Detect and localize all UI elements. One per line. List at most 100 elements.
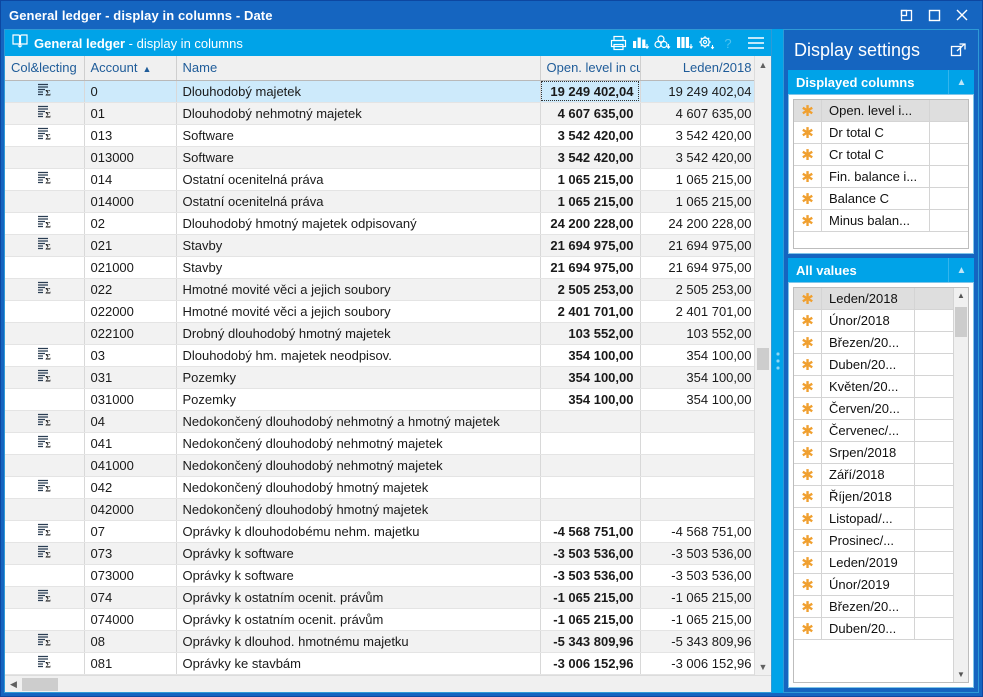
displayed-column-item[interactable]: ✱ Open. level i... (794, 100, 968, 122)
all-values-item[interactable]: ✱ Květen/20... (794, 376, 953, 398)
collect-icon[interactable]: Σ (37, 655, 52, 672)
all-values-item[interactable]: ✱ Březen/20... (794, 596, 953, 618)
displayed-columns-listbox[interactable]: ✱ Open. level i... ✱ Dr total C ✱ Cr total C ✱… (793, 99, 969, 249)
cell-collecting[interactable]: Σ (5, 168, 85, 191)
all-values-item[interactable]: ✱ Březen/20... (794, 332, 953, 354)
print-icon[interactable] (607, 32, 629, 54)
menu-icon[interactable] (745, 32, 767, 54)
table-row[interactable]: Σ 07 Oprávky k dlouhodobému nehm. majetku -… (5, 520, 754, 543)
column-header-leden2018[interactable]: Leden/2018 (640, 56, 754, 81)
column-header-open-level[interactable]: Open. level in cu (540, 56, 641, 81)
cell-collecting[interactable]: Σ (5, 630, 85, 653)
all-values-scroll-up-icon[interactable]: ▲ (954, 288, 968, 303)
displayed-column-item[interactable]: ✱ Balance C (794, 188, 968, 210)
table-row[interactable]: Σ 041 Nedokončený dlouhodobý nehmotný maje… (5, 432, 754, 455)
collect-icon[interactable]: Σ (37, 127, 52, 144)
cell-collecting[interactable]: Σ (5, 278, 85, 301)
cell-collecting[interactable]: Σ (5, 652, 85, 675)
cell-collecting[interactable]: Σ (5, 476, 85, 499)
table-row[interactable]: 022000 Hmotné movité věci a jejich soubor… (5, 300, 754, 323)
cell-collecting[interactable]: Σ (5, 124, 85, 147)
restore-window-button[interactable] (892, 2, 920, 28)
all-values-scrollbar[interactable]: ▲ ▼ (953, 288, 968, 682)
bar-chart-icon[interactable] (629, 32, 651, 54)
table-row[interactable]: Σ 022 Hmotné movité věci a jejich soubory 2… (5, 278, 754, 301)
settings-gear-icon[interactable] (695, 32, 717, 54)
table-row[interactable]: 041000 Nedokončený dlouhodobý nehmotný ma… (5, 454, 754, 477)
all-values-item[interactable]: ✱ Listopad/... (794, 508, 953, 530)
collect-icon[interactable]: Σ (37, 347, 52, 364)
all-values-item[interactable]: ✱ Únor/2019 (794, 574, 953, 596)
displayed-column-item[interactable]: ✱ Fin. balance i... (794, 166, 968, 188)
cell-collecting[interactable]: Σ (5, 542, 85, 565)
cell-collecting[interactable]: Σ (5, 234, 85, 257)
cell-collecting[interactable]: Σ (5, 366, 85, 389)
cell-collecting[interactable]: Σ (5, 344, 85, 367)
all-values-scroll-down-icon[interactable]: ▼ (954, 667, 968, 682)
cell-collecting[interactable]: Σ (5, 80, 85, 103)
collect-icon[interactable]: Σ (37, 413, 52, 430)
table-row[interactable]: 014000 Ostatní ocenitelná práva 1 065 215,… (5, 190, 754, 213)
scroll-up-icon[interactable]: ▲ (755, 56, 771, 73)
all-values-item[interactable]: ✱ Říjen/2018 (794, 486, 953, 508)
chevron-up-icon[interactable]: ▲ (948, 258, 974, 282)
table-row[interactable]: Σ 01 Dlouhodobý nehmotný majetek 4 607 635,… (5, 102, 754, 125)
all-values-scroll-thumb[interactable] (955, 307, 967, 337)
collect-icon[interactable]: Σ (37, 479, 52, 496)
cell-collecting[interactable]: Σ (5, 520, 85, 543)
column-header-name[interactable]: Name (176, 56, 541, 81)
close-window-button[interactable] (948, 2, 976, 28)
collect-icon[interactable]: Σ (37, 435, 52, 452)
table-row[interactable]: 013000 Software 3 542 420,00 3 542 420,00 (5, 146, 754, 169)
all-values-listbox[interactable]: ✱ Leden/2018 ✱ Únor/2018 ✱ Březen/20... ✱ Duben… (793, 287, 969, 683)
cell-collecting[interactable]: Σ (5, 586, 85, 609)
table-row[interactable]: Σ 042 Nedokončený dlouhodobý hmotný majete… (5, 476, 754, 499)
table-row[interactable]: Σ 03 Dlouhodobý hm. majetek neodpisov. 354 … (5, 344, 754, 367)
chevron-up-icon[interactable]: ▲ (948, 70, 974, 94)
cell-collecting[interactable]: Σ (5, 102, 85, 125)
section-displayed-columns-header[interactable]: Displayed columns ▲ (788, 70, 974, 94)
scroll-left-icon[interactable]: ◀ (5, 676, 22, 693)
collect-icon[interactable]: Σ (37, 281, 52, 298)
table-row[interactable]: Σ 031 Pozemky 354 100,00 354 100,00 (5, 366, 754, 389)
vertical-scrollbar[interactable]: ▲ ▼ (754, 56, 771, 675)
collect-icon[interactable]: Σ (37, 237, 52, 254)
table-row[interactable]: Σ 021 Stavby 21 694 975,00 21 694 975,00 (5, 234, 754, 257)
collect-icon[interactable]: Σ (37, 523, 52, 540)
all-values-item[interactable]: ✱ Leden/2019 (794, 552, 953, 574)
all-values-item[interactable]: ✱ Červenec/... (794, 420, 953, 442)
all-values-item[interactable]: ✱ Červen/20... (794, 398, 953, 420)
table-row[interactable]: 031000 Pozemky 354 100,00 354 100,00 (5, 388, 754, 411)
collect-icon[interactable]: Σ (37, 105, 52, 122)
table-row[interactable]: Σ 014 Ostatní ocenitelná práva 1 065 215,00… (5, 168, 754, 191)
all-values-item[interactable]: ✱ Leden/2018 (794, 288, 953, 310)
table-row[interactable]: 073000 Oprávky k software -3 503 536,00 -3 … (5, 564, 754, 587)
collect-icon[interactable]: Σ (37, 369, 52, 386)
section-all-values-header[interactable]: All values ▲ (788, 258, 974, 282)
external-link-icon[interactable] (946, 38, 970, 62)
cell-collecting[interactable]: Σ (5, 212, 85, 235)
table-row[interactable]: Σ 0 Dlouhodobý majetek 19 249 402,04 19 249 … (5, 80, 754, 103)
table-row[interactable]: 042000 Nedokončený dlouhodobý hmotný maje… (5, 498, 754, 521)
collect-icon[interactable]: Σ (37, 171, 52, 188)
table-row[interactable]: Σ 074 Oprávky k ostatním ocenit. právům -1 … (5, 586, 754, 609)
all-values-item[interactable]: ✱ Duben/20... (794, 354, 953, 376)
table-row[interactable]: 021000 Stavby 21 694 975,00 21 694 975,00 (5, 256, 754, 279)
maximize-window-button[interactable] (920, 2, 948, 28)
table-row[interactable]: 074000 Oprávky k ostatním ocenit. právům -… (5, 608, 754, 631)
all-values-item[interactable]: ✱ Září/2018 (794, 464, 953, 486)
all-values-item[interactable]: ✱ Prosinec/... (794, 530, 953, 552)
table-row[interactable]: Σ 073 Oprávky k software -3 503 536,00 -3 50… (5, 542, 754, 565)
displayed-column-item[interactable]: ✱ Dr total C (794, 122, 968, 144)
all-values-scroll-track[interactable] (954, 303, 968, 667)
table-row[interactable]: 022100 Drobný dlouhodobý hmotný majetek 10… (5, 322, 754, 345)
column-header-collecting[interactable]: Col&lecting (5, 56, 85, 81)
horizontal-scroll-track[interactable] (22, 676, 771, 693)
table-row[interactable]: Σ 081 Oprávky ke stavbám -3 006 152,96 -3 00… (5, 652, 754, 675)
all-values-item[interactable]: ✱ Duben/20... (794, 618, 953, 640)
help-icon[interactable]: ? (717, 32, 739, 54)
all-values-item[interactable]: ✱ Únor/2018 (794, 310, 953, 332)
collect-icon[interactable]: Σ (37, 215, 52, 232)
cell-collecting[interactable]: Σ (5, 432, 85, 455)
table-row[interactable]: Σ 02 Dlouhodobý hmotný majetek odpisovaný 2… (5, 212, 754, 235)
